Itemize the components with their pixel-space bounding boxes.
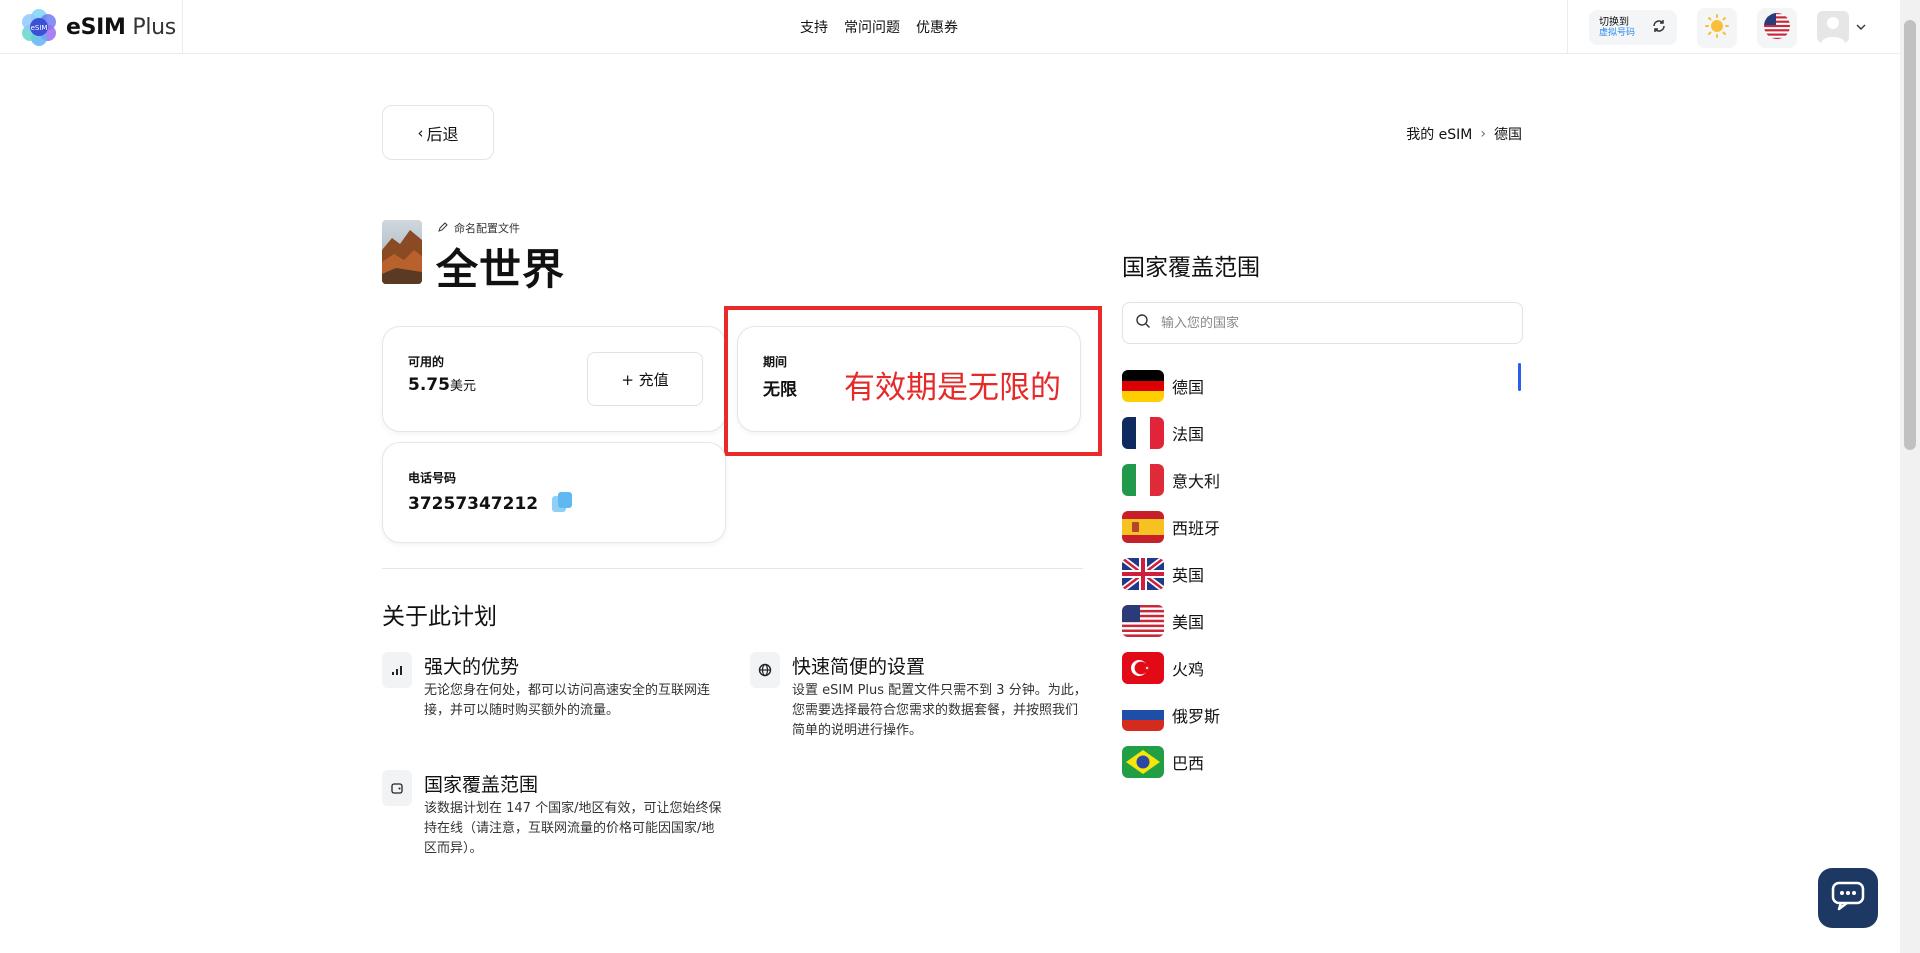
country-name: 意大利 — [1172, 471, 1221, 491]
chat-bubble-icon — [1831, 881, 1865, 915]
balance-unit: 美元 — [449, 379, 476, 394]
top-header: eSIM eSIM Plus 支持 常问问题 优惠券 切换到 虚拟号码 — [0, 0, 1900, 54]
feature-desc: 设置 eSIM Plus 配置文件只需不到 3 分钟。为此，您需要选择最符合您需… — [792, 683, 1087, 738]
list-item[interactable]: 西班牙 — [1122, 503, 1523, 550]
coverage-title: 国家覆盖范围 — [1122, 255, 1260, 281]
nav-support[interactable]: 支持 — [800, 17, 828, 37]
list-item[interactable]: 俄罗斯 — [1122, 691, 1523, 738]
list-item[interactable]: 意大利 — [1122, 456, 1523, 503]
country-name: 美国 — [1172, 612, 1205, 632]
list-item[interactable]: 巴西 — [1122, 738, 1523, 785]
switch-virtual-number-button[interactable]: 切换到 虚拟号码 — [1589, 10, 1677, 45]
header-divider — [1567, 0, 1568, 54]
page-title: 全世界 — [436, 245, 566, 294]
us-flag-icon — [1763, 12, 1791, 44]
balance-label: 可用的 — [408, 355, 445, 369]
breadcrumb-my-esim[interactable]: 我的 eSIM — [1406, 124, 1472, 144]
feature-quick-setup: 快速简便的设置 设置 eSIM Plus 配置文件只需不到 3 分钟。为此，您需… — [750, 652, 1090, 741]
logo-badge: eSIM — [31, 24, 48, 32]
header-divider — [182, 0, 183, 54]
rename-profile-link[interactable]: 命名配置文件 — [438, 220, 520, 236]
france-flag-icon — [1122, 416, 1164, 449]
usa-flag-icon — [1122, 604, 1164, 637]
germany-flag-icon — [1122, 369, 1164, 402]
russia-flag-icon — [1122, 698, 1164, 731]
list-item[interactable]: 英国 — [1122, 550, 1523, 597]
breadcrumb-separator-icon: › — [1480, 126, 1486, 142]
phone-label: 电话号码 — [408, 471, 457, 485]
country-name: 德国 — [1172, 377, 1205, 397]
top-up-button[interactable]: + 充值 — [587, 352, 703, 406]
feature-desc: 该数据计划在 147 个国家/地区有效，可让您始终保持在线（请注意，互联网流量的… — [424, 801, 722, 856]
country-name: 巴西 — [1172, 753, 1205, 773]
section-divider — [382, 568, 1083, 569]
nav-faq[interactable]: 常问问题 — [844, 17, 900, 37]
turkey-flag-icon — [1122, 651, 1164, 684]
switch-label: 切换到 — [1599, 16, 1629, 28]
back-label: 后退 — [426, 124, 459, 144]
theme-toggle-button[interactable] — [1697, 8, 1737, 48]
balance-value: 5.75美元 — [408, 375, 476, 395]
phone-card: 电话号码 37257347212 — [382, 442, 726, 543]
country-name: 英国 — [1172, 565, 1205, 585]
wallet-icon — [382, 770, 412, 806]
uk-flag-icon — [1122, 557, 1164, 590]
country-name: 西班牙 — [1172, 518, 1221, 538]
sun-icon — [1705, 14, 1729, 42]
balance-card: 可用的 5.75美元 + 充值 — [382, 326, 726, 432]
spain-flag-icon — [1122, 510, 1164, 543]
country-name: 火鸡 — [1172, 659, 1205, 679]
language-button[interactable] — [1757, 8, 1797, 48]
country-name: 法国 — [1172, 424, 1205, 444]
chevron-down-icon — [1855, 18, 1867, 37]
feature-country-coverage: 国家覆盖范围 该数据计划在 147 个国家/地区有效，可让您始终保持在线（请注意… — [382, 770, 722, 859]
nav-coupons[interactable]: 优惠券 — [916, 17, 958, 37]
signal-bars-icon — [382, 652, 412, 688]
live-chat-button[interactable] — [1818, 868, 1878, 928]
avatar-icon — [1817, 11, 1849, 43]
feature-powerful-advantages: 强大的优势 无论您身在何处，都可以访问高速安全的互联网连接，并可以随时购买额外的… — [382, 652, 722, 721]
country-search-input[interactable] — [1161, 315, 1501, 331]
list-item[interactable]: 火鸡 — [1122, 644, 1523, 691]
main-nav: 支持 常问问题 优惠券 — [800, 17, 958, 37]
user-menu[interactable] — [1817, 11, 1867, 43]
list-item[interactable]: 德国 — [1122, 362, 1523, 409]
italy-flag-icon — [1122, 463, 1164, 496]
refresh-icon — [1651, 18, 1667, 38]
search-icon — [1135, 313, 1151, 333]
globe-icon — [750, 652, 780, 688]
breadcrumb-current: 德国 — [1494, 127, 1522, 143]
page-scrollbar[interactable] — [1900, 0, 1920, 953]
back-button[interactable]: ‹ 后退 — [382, 105, 494, 160]
brazil-flag-icon — [1122, 745, 1164, 778]
annotation-text: 有效期是无限的 — [844, 370, 1061, 406]
chevron-left-icon: ‹ — [417, 123, 424, 142]
feature-title: 快速简便的设置 — [792, 656, 926, 678]
logo-text: eSIM Plus — [66, 14, 176, 40]
country-search — [1122, 302, 1523, 344]
list-item[interactable]: 美国 — [1122, 597, 1523, 644]
list-item[interactable]: 法国 — [1122, 409, 1523, 456]
rename-label: 命名配置文件 — [454, 222, 520, 235]
scrollbar-thumb[interactable] — [1904, 20, 1916, 450]
country-name: 俄罗斯 — [1172, 706, 1221, 726]
phone-number: 37257347212 — [408, 494, 539, 514]
feature-title: 强大的优势 — [424, 656, 520, 678]
country-list: 德国 法国 意大利 西班牙 英国 美国 火鸡 俄罗斯 巴西 — [1122, 362, 1523, 785]
about-plan-title: 关于此计划 — [382, 604, 497, 630]
breadcrumb: 我的 eSIM › 德国 — [1406, 124, 1522, 144]
logo[interactable]: eSIM eSIM Plus — [20, 8, 176, 46]
feature-desc: 无论您身在何处，都可以访问高速安全的互联网连接，并可以随时购买额外的流量。 — [424, 683, 711, 718]
feature-title: 国家覆盖范围 — [424, 774, 539, 796]
logo-icon: eSIM — [20, 8, 58, 46]
copy-icon[interactable] — [550, 490, 574, 518]
pencil-icon — [438, 221, 448, 235]
profile-image — [382, 220, 422, 284]
switch-target: 虚拟号码 — [1599, 27, 1636, 38]
